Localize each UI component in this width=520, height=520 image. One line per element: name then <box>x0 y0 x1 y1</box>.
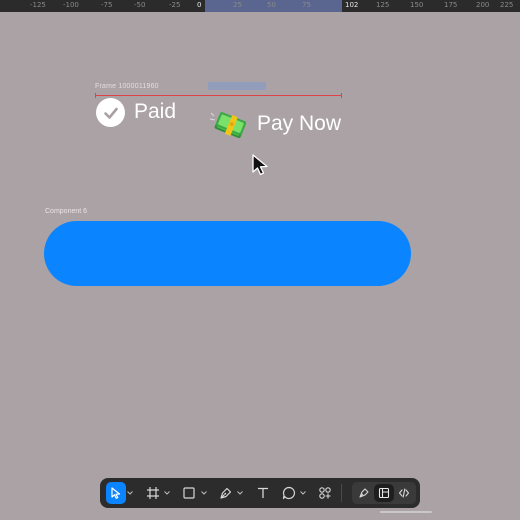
ruler-tick: 150 <box>410 1 424 9</box>
dev-mode-icon <box>378 487 390 499</box>
rectangle-icon <box>183 487 195 499</box>
ruler-tick: 75 <box>302 1 311 9</box>
ruler-tick: -125 <box>30 1 46 9</box>
comment-icon <box>282 486 295 500</box>
money-with-wings-icon[interactable] <box>209 110 250 142</box>
actions-icon <box>319 487 331 499</box>
home-indicator <box>380 511 432 513</box>
ruler-tick: 125 <box>376 1 390 9</box>
ruler-tick: 225 <box>500 1 514 9</box>
move-icon <box>111 487 120 499</box>
frame-icon <box>146 487 159 499</box>
chevron-down-icon <box>237 491 244 495</box>
bottom-toolbar <box>100 478 420 508</box>
shape-tool-menu[interactable] <box>199 482 208 504</box>
ruler-tick: -100 <box>63 1 79 9</box>
pen-tool-button[interactable] <box>216 482 236 504</box>
pen-icon <box>220 487 232 499</box>
design-mode-icon <box>359 488 369 498</box>
rectangle-tool-button[interactable] <box>179 482 199 504</box>
pay-now-label[interactable]: Pay Now <box>257 112 341 136</box>
chevron-down-icon <box>200 491 207 495</box>
design-mode-button[interactable] <box>373 484 394 502</box>
chevron-down-icon <box>164 491 170 495</box>
ruler-tick: 50 <box>267 1 276 9</box>
mouse-pointer-icon <box>251 153 273 177</box>
ruler-tick: -50 <box>134 1 146 9</box>
component-label[interactable]: Component 6 <box>45 208 87 215</box>
code-icon <box>398 488 410 498</box>
draw-mode-button[interactable] <box>354 484 374 502</box>
ruler-tick: -25 <box>169 1 181 9</box>
frame-label[interactable]: Frame 1000011960 <box>95 83 159 90</box>
ruler-tick: 102 <box>345 1 359 9</box>
actions-button[interactable] <box>315 482 335 504</box>
ruler-tick: 200 <box>476 1 490 9</box>
top-ruler: -125 -100 -75 -50 -25 0 25 50 75 102 125… <box>0 0 520 12</box>
comment-tool-menu[interactable] <box>298 482 307 504</box>
move-tool-menu[interactable] <box>126 482 135 504</box>
text-tool-button[interactable] <box>253 482 273 504</box>
selection-line <box>95 93 342 98</box>
ruler-tick: -75 <box>101 1 113 9</box>
text-icon <box>257 487 268 498</box>
frame-size-badge <box>208 82 266 90</box>
pen-tool-menu[interactable] <box>236 482 245 504</box>
toolbar-divider <box>341 484 342 502</box>
comment-tool-button[interactable] <box>279 482 299 504</box>
check-circle-icon[interactable] <box>96 98 125 127</box>
ruler-tick: 175 <box>444 1 458 9</box>
ruler-tick: 0 <box>197 1 202 9</box>
dev-mode-button[interactable] <box>394 484 414 502</box>
paid-label[interactable]: Paid <box>134 100 176 124</box>
blue-pill-button[interactable] <box>44 221 411 286</box>
ruler-tick: 25 <box>233 1 242 9</box>
mode-switcher <box>351 482 416 504</box>
chevron-down-icon <box>300 491 306 495</box>
frame-tool-button[interactable] <box>143 482 163 504</box>
chevron-down-icon <box>127 491 134 495</box>
move-tool-button[interactable] <box>106 482 126 504</box>
frame-tool-menu[interactable] <box>162 482 171 504</box>
